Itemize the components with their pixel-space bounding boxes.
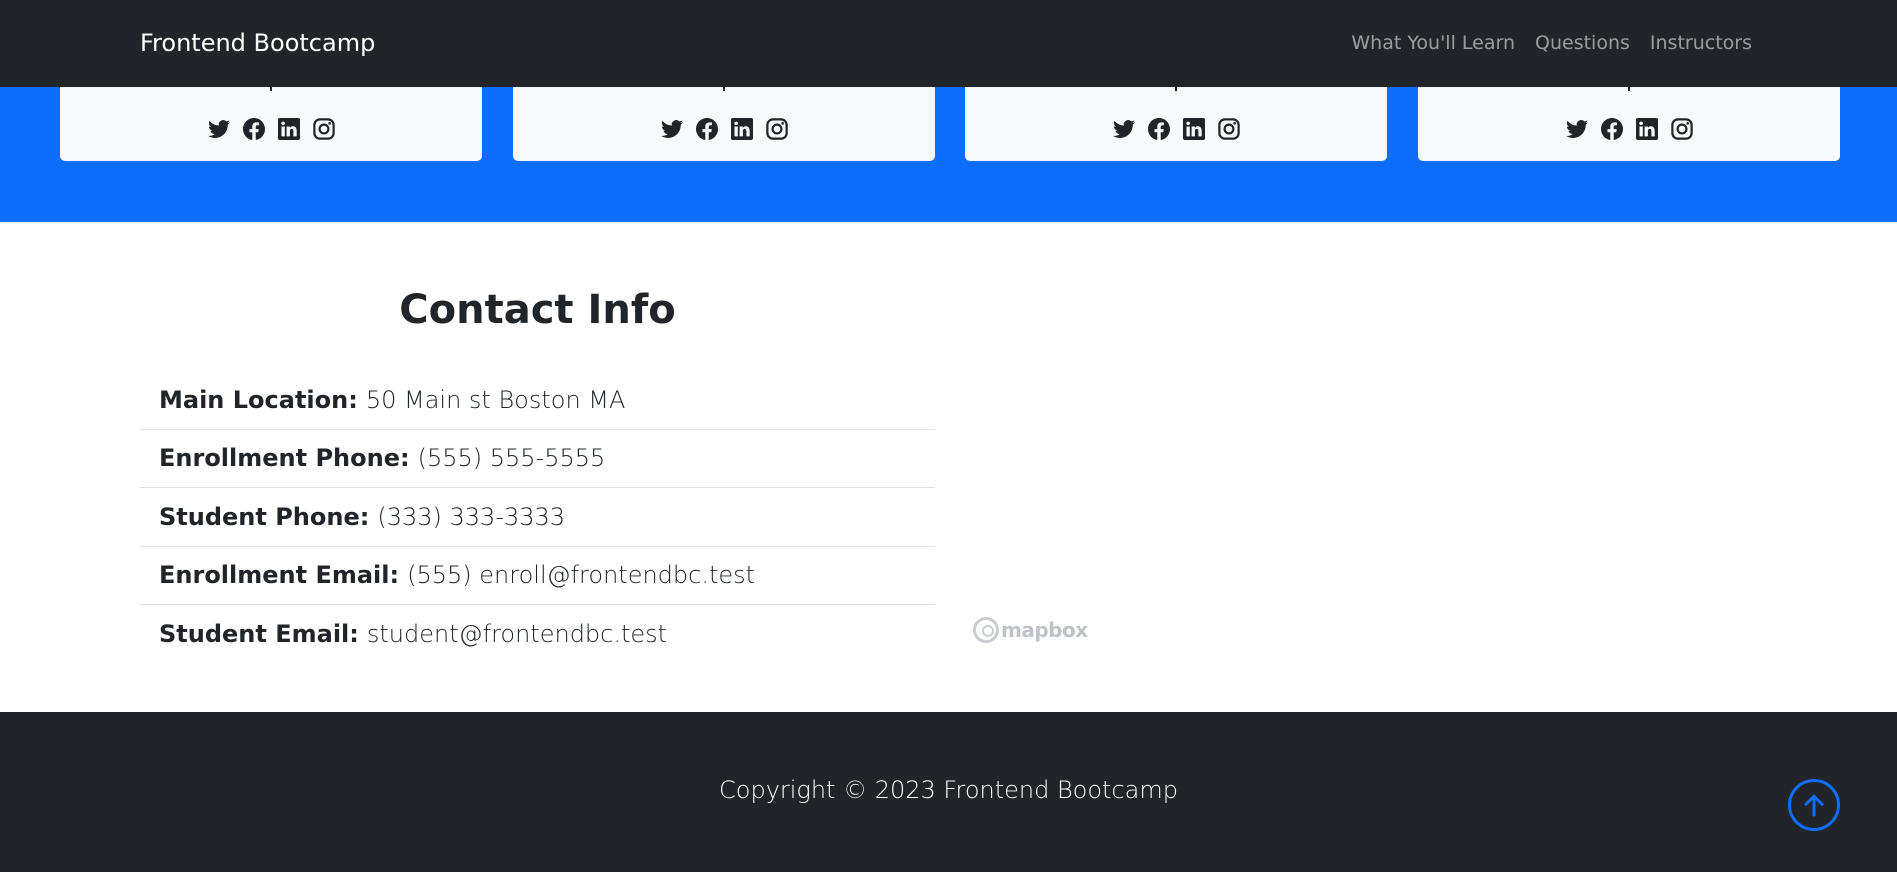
contact-item-student-phone: Student Phone: (333) 333-3333	[140, 488, 935, 547]
mapbox-mark-icon	[973, 617, 999, 643]
contact-item-enrollment-email: Enrollment Email: (555) enroll@frontendb…	[140, 547, 935, 605]
twitter-link[interactable]	[1112, 117, 1135, 140]
nav-link-instructors[interactable]: Instructors	[1650, 31, 1752, 55]
linkedin-link[interactable]	[730, 117, 753, 140]
back-to-top-button[interactable]	[1788, 779, 1840, 831]
social-links	[1418, 117, 1840, 140]
nav-link-questions[interactable]: Questions	[1535, 31, 1630, 55]
instructor-card	[60, 85, 482, 161]
instructor-card	[513, 85, 935, 161]
copyright-text: Copyright © 2023 Frontend Bootcamp	[719, 776, 1178, 804]
instructors-section	[0, 85, 1897, 222]
facebook-icon	[1600, 117, 1623, 140]
twitter-icon	[1112, 119, 1135, 138]
contact-value: 50 Main st Boston MA	[365, 385, 626, 414]
facebook-link[interactable]	[1600, 117, 1623, 140]
contact-label: Student Phone:	[159, 502, 370, 531]
facebook-icon	[1147, 117, 1170, 140]
linkedin-link[interactable]	[1182, 117, 1205, 140]
contact-value: (333) 333-3333	[377, 502, 566, 531]
mapbox-logo[interactable]: mapbox	[973, 617, 1088, 643]
contact-item-main-location: Main Location: 50 Main st Boston MA	[140, 371, 935, 430]
contact-value: student@frontendbc.test	[366, 620, 668, 649]
linkedin-icon	[1182, 117, 1205, 140]
twitter-icon	[660, 119, 683, 138]
facebook-icon	[695, 117, 718, 140]
navbar: Frontend Bootcamp What You'll Learn Ques…	[0, 0, 1897, 87]
facebook-link[interactable]	[242, 117, 265, 140]
contact-item-student-email: Student Email: student@frontendbc.test	[140, 605, 935, 664]
mapbox-wordmark: mapbox	[1001, 618, 1088, 642]
linkedin-icon	[730, 117, 753, 140]
contact-label: Enrollment Email:	[159, 561, 400, 590]
contact-title: Contact Info	[399, 287, 676, 333]
twitter-link[interactable]	[660, 117, 683, 140]
linkedin-link[interactable]	[1635, 117, 1658, 140]
arrow-up-icon	[1804, 794, 1824, 817]
twitter-icon	[207, 119, 230, 138]
contact-value: (555) 555-5555	[417, 444, 606, 473]
contact-label: Student Email:	[159, 620, 359, 649]
contact-value: (555) enroll@frontendbc.test	[407, 561, 756, 590]
contact-list: Main Location: 50 Main st Boston MA Enro…	[140, 371, 935, 664]
nav-links: What You'll Learn Questions Instructors	[1351, 31, 1752, 55]
facebook-icon	[242, 117, 265, 140]
contact-item-enrollment-phone: Enrollment Phone: (555) 555-5555	[140, 430, 935, 488]
instagram-icon	[1217, 117, 1240, 140]
twitter-link[interactable]	[1565, 117, 1588, 140]
twitter-link[interactable]	[207, 117, 230, 140]
instagram-icon	[312, 117, 335, 140]
footer: Copyright © 2023 Frontend Bootcamp	[0, 712, 1897, 872]
brand-link[interactable]: Frontend Bootcamp	[140, 27, 375, 59]
instagram-link[interactable]	[765, 117, 788, 140]
instagram-link[interactable]	[1217, 117, 1240, 140]
facebook-link[interactable]	[1147, 117, 1170, 140]
nav-link-learn[interactable]: What You'll Learn	[1351, 31, 1515, 55]
linkedin-icon	[1635, 117, 1658, 140]
linkedin-link[interactable]	[277, 117, 300, 140]
social-links	[60, 117, 482, 140]
contact-label: Main Location:	[159, 385, 358, 414]
map-container[interactable]: mapbox	[960, 222, 1897, 712]
instagram-icon	[1670, 117, 1693, 140]
linkedin-icon	[277, 117, 300, 140]
social-links	[513, 117, 935, 140]
instagram-link[interactable]	[312, 117, 335, 140]
contact-section: Contact Info Main Location: 50 Main st B…	[0, 222, 1897, 712]
instructor-card	[1418, 85, 1840, 161]
instagram-link[interactable]	[1670, 117, 1693, 140]
facebook-link[interactable]	[695, 117, 718, 140]
contact-label: Enrollment Phone:	[159, 444, 410, 473]
twitter-icon	[1565, 119, 1588, 138]
instagram-icon	[765, 117, 788, 140]
instructor-card	[965, 85, 1387, 161]
social-links	[965, 117, 1387, 140]
